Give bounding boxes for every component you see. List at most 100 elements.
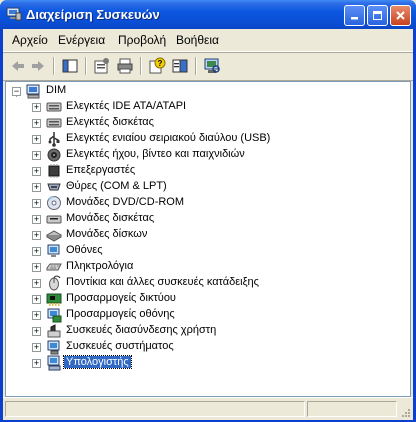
toolbar-separator [53, 57, 55, 75]
menu-help[interactable]: Βοήθεια [176, 33, 219, 47]
toolbar-separator [140, 57, 142, 75]
tree-item-label[interactable]: Ελεγκτές IDE ATA/ATAPI [64, 100, 188, 112]
disk-drive-icon [46, 230, 62, 242]
properties-icon[interactable] [93, 57, 111, 75]
tree-item-label[interactable]: Ελεγκτές δισκέτας [64, 116, 156, 128]
show-hide-tree-icon[interactable] [61, 57, 79, 75]
device-tree-view[interactable]: − DIM + Ελεγκτές IDE ATA/ATAPI + Ελεγκτές δ… [5, 81, 411, 397]
minimize-icon [351, 17, 358, 20]
maximize-icon [373, 11, 382, 20]
scan-hardware-icon[interactable] [203, 57, 221, 75]
toolbar-separator [85, 57, 87, 75]
menu-file[interactable]: Αρχείο [12, 33, 48, 47]
print-icon[interactable] [116, 57, 134, 75]
floppy-controller-icon [46, 118, 62, 128]
tree-item-label[interactable]: Θύρες (COM & LPT) [64, 180, 169, 192]
device-manager-app-icon [6, 7, 22, 21]
tree-item[interactable]: + Ελεγκτές δισκέτας [6, 115, 406, 131]
tree-item[interactable]: + Πληκτρολόγια [6, 259, 406, 275]
maximize-button[interactable] [367, 5, 388, 26]
system-device-icon [47, 340, 60, 355]
floppy-drive-icon [46, 215, 62, 224]
tree-item-label[interactable]: Ποντίκια και άλλες συσκευές κατάδειξης [64, 276, 261, 288]
expand-icon[interactable]: + [32, 215, 41, 224]
tree-item[interactable]: + Προσαρμογείς δικτύου [6, 291, 406, 307]
mouse-icon [49, 275, 61, 291]
tree-root[interactable]: − DIM [6, 83, 406, 99]
help-topics-icon[interactable] [171, 57, 189, 75]
toolbar: ? [3, 52, 413, 81]
expand-icon[interactable]: + [32, 151, 41, 160]
hid-icon [47, 324, 61, 338]
status-pane-main [5, 401, 305, 417]
tree-item[interactable]: + Μονάδες DVD/CD-ROM [6, 195, 406, 211]
title-bar[interactable]: Διαχείριση Συσκευών [0, 0, 416, 29]
svg-text:?: ? [158, 59, 163, 68]
menu-action[interactable]: Ενέργεια [58, 33, 105, 47]
status-pane-secondary [307, 401, 397, 417]
expand-icon[interactable]: + [32, 135, 41, 144]
tree-item[interactable]: + Μονάδες δισκέτας [6, 211, 406, 227]
tree-item-label[interactable]: Προσαρμογείς δικτύου [64, 292, 178, 304]
status-bar [3, 397, 413, 420]
tree-item[interactable]: + Ελεγκτές ενιαίου σειριακού διαύλου (USB… [6, 131, 406, 147]
tree-item[interactable]: + Υπολογιστής [6, 355, 406, 371]
tree-item-label[interactable]: Πληκτρολόγια [64, 260, 135, 272]
resize-grip-icon[interactable] [399, 406, 411, 418]
tree-item-label[interactable]: Μονάδες δισκέτας [64, 212, 156, 224]
display-adapter-icon [47, 308, 62, 323]
expand-icon[interactable]: + [32, 103, 41, 112]
tree-item-label[interactable]: Ελεγκτές ήχου, βίντεο και παιχνιδιών [64, 148, 247, 160]
tree-item-label[interactable]: Προσαρμογείς οθόνης [64, 308, 177, 320]
tree-item[interactable]: + Μονάδες δίσκων [6, 227, 406, 243]
tree-item-label[interactable]: Μονάδες δίσκων [64, 228, 149, 240]
tree-item-label[interactable]: Μονάδες DVD/CD-ROM [64, 196, 186, 208]
expand-icon[interactable]: + [32, 231, 41, 240]
menu-view[interactable]: Προβολή [118, 33, 166, 47]
expand-icon[interactable]: + [32, 263, 41, 272]
tree-item[interactable]: + Οθόνες [6, 243, 406, 259]
tree-item[interactable]: + Ποντίκια και άλλες συσκευές κατάδειξης [6, 275, 406, 291]
tree-item[interactable]: + Συσκευές συστήματος [6, 339, 406, 355]
expand-icon[interactable]: + [32, 295, 41, 304]
tree-item[interactable]: + Ελεγκτές ήχου, βίντεο και παιχνιδιών [6, 147, 406, 163]
expand-icon[interactable]: + [32, 199, 41, 208]
expand-icon[interactable]: + [32, 119, 41, 128]
minimize-button[interactable] [344, 5, 365, 26]
processor-icon [48, 164, 60, 178]
port-icon [47, 183, 61, 191]
keyboard-icon [46, 263, 62, 271]
tree-item-label[interactable]: Συσκευές διασύνδεσης χρήστη [64, 324, 218, 336]
tree-item-label[interactable]: Ελεγκτές ενιαίου σειριακού διαύλου (USB) [64, 132, 272, 144]
tree-item[interactable]: + Θύρες (COM & LPT) [6, 179, 406, 195]
expand-icon[interactable]: + [32, 167, 41, 176]
tree-item-label[interactable]: Οθόνες [64, 244, 105, 256]
expand-icon[interactable]: + [32, 311, 41, 320]
tree-item[interactable]: + Προσαρμογείς οθόνης [6, 307, 406, 323]
close-icon [396, 11, 405, 20]
help-icon[interactable]: ? [148, 57, 166, 75]
expand-icon[interactable]: + [32, 247, 41, 256]
tree-item[interactable]: + Συσκευές διασύνδεσης χρήστη [6, 323, 406, 339]
back-icon[interactable] [9, 57, 27, 75]
tree-item-label[interactable]: Υπολογιστής [63, 355, 132, 369]
close-button[interactable] [390, 5, 411, 26]
sound-icon [47, 148, 61, 162]
forward-icon[interactable] [29, 57, 47, 75]
expand-icon[interactable]: + [32, 327, 41, 336]
menu-bar: Αρχείο Ενέργεια Προβολή Βοήθεια [3, 29, 413, 52]
expand-icon[interactable]: + [32, 183, 41, 192]
expand-icon[interactable]: + [32, 359, 41, 368]
monitor-icon [47, 244, 60, 257]
expand-icon[interactable]: + [32, 279, 41, 288]
tree-item-label[interactable]: Επεξεργαστές [64, 164, 137, 176]
tree-root-label: DIM [46, 84, 67, 96]
device-manager-window: Διαχείριση Συσκευών Αρχείο Ενέργεια Προβ… [0, 0, 416, 422]
tree-item[interactable]: + Επεξεργαστές [6, 163, 406, 179]
tree-item-label[interactable]: Συσκευές συστήματος [64, 340, 176, 352]
expand-icon[interactable]: + [32, 343, 41, 352]
toolbar-separator [195, 57, 197, 75]
tree-item[interactable]: + Ελεγκτές IDE ATA/ATAPI [6, 99, 406, 115]
collapse-icon[interactable]: − [12, 87, 21, 96]
dvd-drive-icon [47, 196, 61, 210]
